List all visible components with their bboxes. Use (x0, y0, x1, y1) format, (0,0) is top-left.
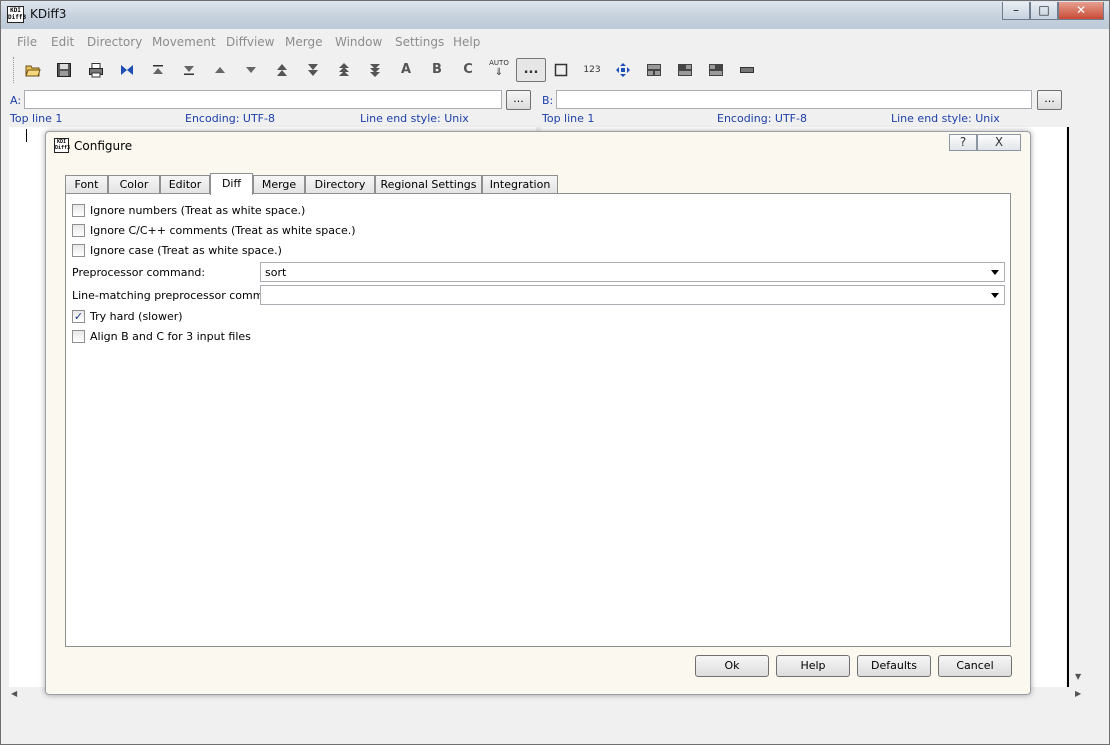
preprocessor-label: Preprocessor command: (72, 266, 206, 279)
try-hard-checkbox[interactable]: ✓ (72, 310, 85, 323)
chevron-down-icon[interactable] (991, 270, 999, 275)
go-bottom-icon[interactable] (177, 58, 201, 82)
menu-file[interactable]: File (17, 35, 37, 49)
window-layout-a-icon[interactable] (642, 58, 666, 82)
minimize-button[interactable]: – (1002, 2, 1030, 20)
next-delta-icon[interactable] (239, 58, 263, 82)
a-encoding: Encoding: UTF-8 (185, 112, 275, 125)
cancel-button[interactable]: Cancel (938, 655, 1012, 677)
main-toolbar: A B C AUTO ⇓ ... 123 (1, 53, 1109, 87)
help-button[interactable]: Help (776, 655, 850, 677)
show-line-numbers-button[interactable]: 123 (580, 58, 604, 82)
ignore-case-label: Ignore case (Treat as white space.) (90, 244, 282, 257)
toolbar-grip (13, 57, 16, 83)
menu-bar: File Edit Directory Movement Diffview Me… (1, 32, 1109, 52)
b-line-end: Line end style: Unix (891, 112, 1000, 125)
menu-edit[interactable]: Edit (51, 35, 74, 49)
vertical-scrollbar[interactable]: ▼ (1073, 127, 1085, 689)
next-conflict-icon[interactable] (301, 58, 325, 82)
auto-arrow-icon: ⇓ (494, 67, 504, 78)
ignore-numbers-checkbox[interactable] (72, 204, 85, 217)
scroll-right-arrow-icon[interactable]: ▶ (1075, 689, 1081, 698)
show-whitespace-chars-icon[interactable] (549, 58, 573, 82)
input-b-field[interactable] (556, 90, 1032, 109)
configure-dialog: KDI Diff3 Configure ? X Font Color Editor… (45, 131, 1031, 695)
menu-movement[interactable]: Movement (152, 35, 216, 49)
tab-merge[interactable]: Merge (253, 175, 305, 194)
align-bc-checkbox[interactable] (72, 330, 85, 343)
auto-label: AUTO (489, 59, 509, 67)
try-hard-label: Try hard (slower) (90, 310, 183, 323)
maximize-button[interactable]: □ (1030, 2, 1058, 20)
ignore-case-checkbox[interactable] (72, 244, 85, 257)
diff-settings-panel: Ignore numbers (Treat as white space.) I… (65, 193, 1011, 647)
show-whitespace-button[interactable]: ... (516, 58, 546, 82)
a-top-line: Top line 1 (10, 112, 63, 125)
window-layout-c-icon[interactable] (704, 58, 728, 82)
select-c-button[interactable]: C (456, 58, 480, 82)
scroll-left-arrow-icon[interactable]: ◀ (11, 689, 17, 698)
ignore-comments-checkbox[interactable] (72, 224, 85, 237)
ok-button[interactable]: Ok (695, 655, 769, 677)
bowtie-merge-icon[interactable] (115, 58, 139, 82)
menu-settings[interactable]: Settings (395, 35, 444, 49)
text-cursor (26, 129, 27, 142)
menu-directory[interactable]: Directory (87, 35, 142, 49)
tab-font[interactable]: Font (65, 175, 108, 194)
a-line-end: Line end style: Unix (360, 112, 469, 125)
split-orientation-icon[interactable] (735, 58, 759, 82)
tab-directory[interactable]: Directory (305, 175, 375, 194)
line-matching-combo[interactable] (260, 285, 1005, 305)
b-top-line: Top line 1 (542, 112, 595, 125)
pane-divider (1067, 127, 1069, 687)
tab-color[interactable]: Color (108, 175, 160, 194)
input-b-label: B: (542, 94, 554, 107)
select-a-button[interactable]: A (394, 58, 418, 82)
b-encoding: Encoding: UTF-8 (717, 112, 807, 125)
move-arrows-icon[interactable] (611, 58, 635, 82)
open-folder-icon[interactable] (21, 58, 45, 82)
window-title: KDiff3 (30, 7, 67, 21)
save-icon[interactable] (52, 58, 76, 82)
prev-unsolved-conflict-icon[interactable] (332, 58, 356, 82)
tab-editor[interactable]: Editor (160, 175, 210, 194)
align-bc-label: Align B and C for 3 input files (90, 330, 251, 343)
auto-advance-button[interactable]: AUTO ⇓ (487, 58, 511, 82)
tab-regional-settings[interactable]: Regional Settings (375, 175, 482, 194)
kdiff3-app-icon: KDI Diff3 (7, 6, 27, 23)
kdiff3-window: KDI Diff3 KDiff3 – □ ✕ File Edit Director… (0, 0, 1110, 745)
input-a-field[interactable] (24, 90, 502, 109)
line-matching-label: Line-matching preprocessor command: (72, 289, 288, 302)
browse-a-button[interactable]: ... (506, 90, 531, 110)
chevron-down-icon[interactable] (991, 293, 999, 298)
title-bar: KDI Diff3 KDiff3 – □ ✕ (1, 1, 1109, 29)
tab-integration[interactable]: Integration (482, 175, 558, 194)
dialog-title: Configure (74, 139, 133, 153)
ignore-numbers-label: Ignore numbers (Treat as white space.) (90, 204, 306, 217)
prev-conflict-icon[interactable] (270, 58, 294, 82)
ignore-comments-label: Ignore C/C++ comments (Treat as white sp… (90, 224, 356, 237)
go-top-icon[interactable] (146, 58, 170, 82)
preprocessor-value: sort (265, 266, 287, 279)
dialog-close-icon[interactable]: X (977, 134, 1021, 151)
scroll-down-arrow-icon[interactable]: ▼ (1075, 672, 1081, 681)
status-bar (1, 706, 1109, 744)
menu-window[interactable]: Window (335, 35, 382, 49)
menu-merge[interactable]: Merge (285, 35, 322, 49)
window-layout-b-icon[interactable] (673, 58, 697, 82)
dialog-help-icon[interactable]: ? (949, 134, 977, 151)
tab-diff[interactable]: Diff (210, 173, 253, 195)
browse-b-button[interactable]: ... (1037, 90, 1062, 110)
print-icon[interactable] (84, 58, 108, 82)
menu-diffview[interactable]: Diffview (226, 35, 274, 49)
input-a-label: A: (10, 94, 22, 107)
menu-help[interactable]: Help (453, 35, 480, 49)
preprocessor-combo[interactable]: sort (260, 262, 1005, 282)
close-window-button[interactable]: ✕ (1058, 2, 1104, 20)
select-b-button[interactable]: B (425, 58, 449, 82)
dialog-app-icon: KDI Diff3 (54, 138, 71, 153)
defaults-button[interactable]: Defaults (857, 655, 931, 677)
next-unsolved-conflict-icon[interactable] (363, 58, 387, 82)
prev-delta-icon[interactable] (208, 58, 232, 82)
